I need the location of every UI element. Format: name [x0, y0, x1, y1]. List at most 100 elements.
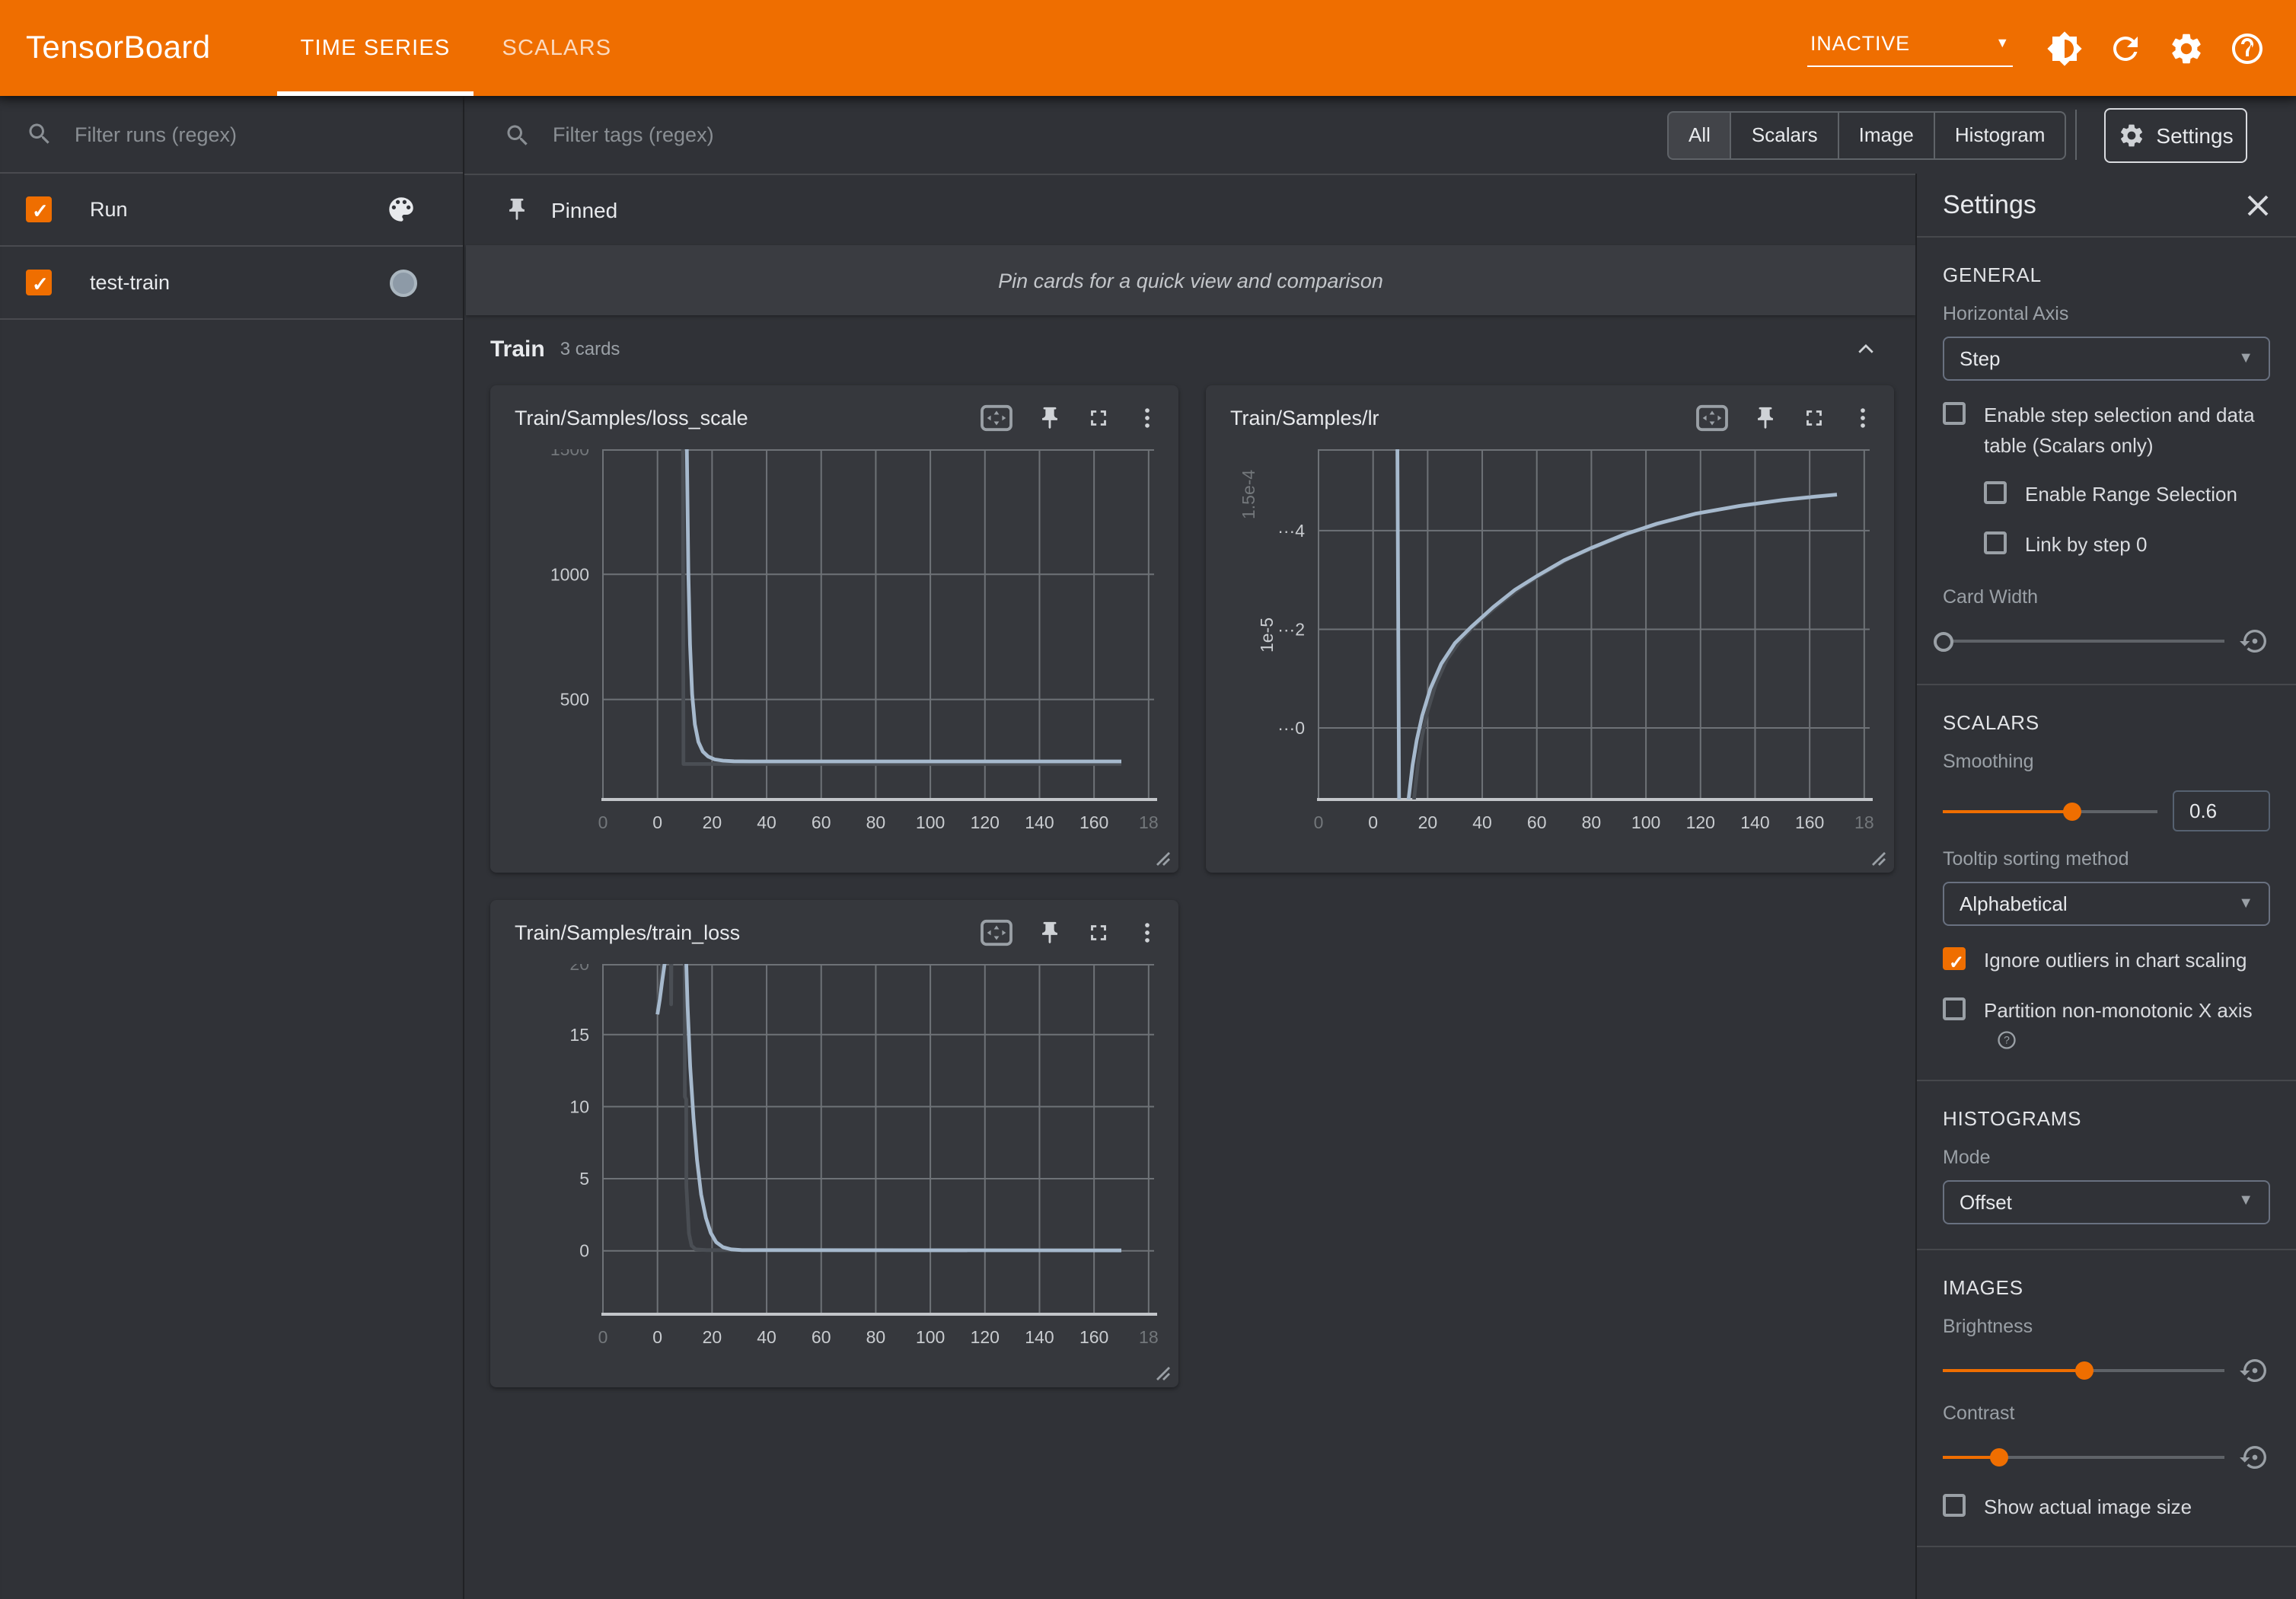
- filter-histogram-button[interactable]: Histogram: [1935, 112, 2065, 158]
- pan-mode-icon[interactable]: [979, 918, 1014, 946]
- run-checkbox[interactable]: [26, 270, 52, 295]
- svg-text:160: 160: [1795, 812, 1824, 832]
- link-by-step-checkbox[interactable]: [1984, 531, 2007, 554]
- svg-text:60: 60: [1527, 812, 1547, 832]
- contrast-slider[interactable]: [1943, 1446, 2224, 1467]
- section-heading: IMAGES: [1943, 1275, 2270, 1298]
- ignore-outliers-checkbox[interactable]: [1943, 947, 1966, 970]
- run-row-test-train[interactable]: test-train: [0, 247, 463, 320]
- fullscreen-icon[interactable]: [1086, 919, 1111, 945]
- contrast-label: Contrast: [1943, 1402, 2270, 1423]
- svg-text:0: 0: [1368, 812, 1378, 832]
- step-selection-row[interactable]: Enable step selection and data table (Sc…: [1943, 401, 2270, 460]
- svg-text:18: 18: [1854, 812, 1874, 832]
- close-icon[interactable]: [2246, 193, 2270, 217]
- section-heading: GENERAL: [1943, 263, 2270, 286]
- pan-mode-icon[interactable]: [1695, 403, 1730, 432]
- panel-footer-space: [1917, 1547, 2296, 1591]
- tab-time-series[interactable]: TIME SERIES: [275, 0, 477, 96]
- horizontal-axis-select[interactable]: Step ▼: [1943, 337, 2270, 381]
- filter-scalars-button[interactable]: Scalars: [1732, 112, 1839, 158]
- run-color-swatch[interactable]: [390, 269, 417, 296]
- help-icon[interactable]: [2229, 30, 2266, 66]
- gear-icon[interactable]: [2168, 30, 2205, 66]
- tag-filter-field[interactable]: Filter tags (regex): [504, 121, 714, 148]
- smoothing-input[interactable]: 0.6: [2173, 790, 2270, 831]
- run-header-row: Run: [0, 174, 463, 247]
- svg-text:0: 0: [652, 812, 662, 832]
- chart-canvas[interactable]: 002040608010012014016018···0···2···41.5e…: [1221, 449, 1879, 851]
- svg-text:18: 18: [1139, 1327, 1159, 1347]
- refresh-icon[interactable]: [2107, 30, 2144, 66]
- svg-text:0: 0: [598, 1327, 608, 1347]
- brightness-slider[interactable]: [1943, 1359, 2224, 1380]
- histogram-mode-select[interactable]: Offset ▼: [1943, 1179, 2270, 1224]
- run-header-checkbox[interactable]: [26, 196, 52, 222]
- show-actual-size-checkbox[interactable]: [1943, 1493, 1966, 1516]
- brightness-toggle-icon[interactable]: [2046, 30, 2083, 66]
- chart-canvas[interactable]: 00204060801001201401601850010001500: [505, 449, 1163, 851]
- fullscreen-icon[interactable]: [1086, 404, 1111, 430]
- smoothing-slider[interactable]: [1943, 800, 2157, 822]
- pin-icon[interactable]: [1037, 919, 1063, 945]
- range-selection-row[interactable]: Enable Range Selection: [1984, 480, 2270, 509]
- tag-filter-placeholder: Filter tags (regex): [553, 123, 714, 146]
- step-selection-checkbox[interactable]: [1943, 402, 1966, 425]
- pan-mode-icon[interactable]: [979, 403, 1014, 432]
- chart-canvas[interactable]: 00204060801001201401601805101520: [505, 964, 1163, 1366]
- run-filter-field[interactable]: Filter runs (regex): [0, 96, 463, 174]
- reset-icon[interactable]: [2240, 1355, 2270, 1385]
- run-filter-placeholder: Filter runs (regex): [75, 123, 237, 145]
- pin-icon[interactable]: [1037, 404, 1063, 430]
- cards-area: Pinned Pin cards for a quick view and co…: [464, 174, 1917, 1599]
- app-logo: TensorBoard: [26, 30, 211, 66]
- more-options-icon[interactable]: [1134, 919, 1160, 945]
- tooltip-sort-label: Tooltip sorting method: [1943, 848, 2270, 870]
- help-icon[interactable]: ?: [1996, 1029, 2017, 1051]
- svg-text:20: 20: [569, 964, 589, 974]
- reset-icon[interactable]: [2240, 626, 2270, 656]
- fullscreen-icon[interactable]: [1801, 404, 1827, 430]
- range-selection-checkbox[interactable]: [1984, 481, 2007, 504]
- top-app-bar: TensorBoard TIME SERIES SCALARS INACTIVE…: [0, 0, 2296, 96]
- svg-text:···4: ···4: [1277, 521, 1305, 541]
- resize-handle-icon[interactable]: [1154, 1364, 1171, 1381]
- partition-checkbox[interactable]: [1943, 997, 1966, 1020]
- svg-text:18: 18: [1139, 812, 1159, 832]
- gear-icon: [2118, 121, 2145, 148]
- svg-text:?: ?: [2004, 1034, 2010, 1046]
- tooltip-sort-select[interactable]: Alphabetical ▼: [1943, 882, 2270, 926]
- more-options-icon[interactable]: [1850, 404, 1876, 430]
- smoothing-row: 0.6: [1943, 790, 2270, 831]
- resize-handle-icon[interactable]: [1870, 850, 1886, 867]
- horizontal-axis-value: Step: [1960, 347, 2001, 370]
- svg-text:160: 160: [1079, 812, 1108, 832]
- filter-image-button[interactable]: Image: [1839, 112, 1935, 158]
- train-group-header[interactable]: Train 3 cards: [464, 315, 1917, 382]
- scalar-card-train-loss: Train/Samples/train_loss: [490, 900, 1178, 1387]
- card-width-slider[interactable]: [1943, 630, 2224, 652]
- show-actual-size-row[interactable]: Show actual image size: [1943, 1492, 2270, 1521]
- ignore-outliers-label: Ignore outliers in chart scaling: [1984, 946, 2247, 975]
- tab-scalars[interactable]: SCALARS: [476, 0, 637, 96]
- reset-icon[interactable]: [2240, 1441, 2270, 1472]
- ignore-outliers-row[interactable]: Ignore outliers in chart scaling: [1943, 946, 2270, 975]
- brightness-row: [1943, 1355, 2270, 1385]
- card-title: Train/Samples/lr: [1230, 406, 1672, 429]
- toolbar-divider: [2075, 110, 2077, 160]
- svg-text:120: 120: [971, 812, 1000, 832]
- link-by-step-row[interactable]: Link by step 0: [1984, 529, 2270, 559]
- svg-text:160: 160: [1079, 1327, 1108, 1347]
- resize-handle-icon[interactable]: [1154, 850, 1171, 867]
- more-options-icon[interactable]: [1134, 404, 1160, 430]
- palette-icon[interactable]: [385, 193, 417, 225]
- partition-row[interactable]: Partition non-monotonic X axis?: [1943, 995, 2270, 1055]
- svg-text:100: 100: [1631, 812, 1660, 832]
- svg-text:120: 120: [971, 1327, 1000, 1347]
- svg-text:140: 140: [1025, 812, 1054, 832]
- reload-status-dropdown[interactable]: INACTIVE ▼: [1807, 29, 2013, 67]
- filter-all-button[interactable]: All: [1669, 112, 1732, 158]
- settings-button[interactable]: Settings: [2104, 107, 2247, 162]
- chevron-up-icon[interactable]: [1854, 337, 1877, 360]
- pin-icon[interactable]: [1752, 404, 1778, 430]
